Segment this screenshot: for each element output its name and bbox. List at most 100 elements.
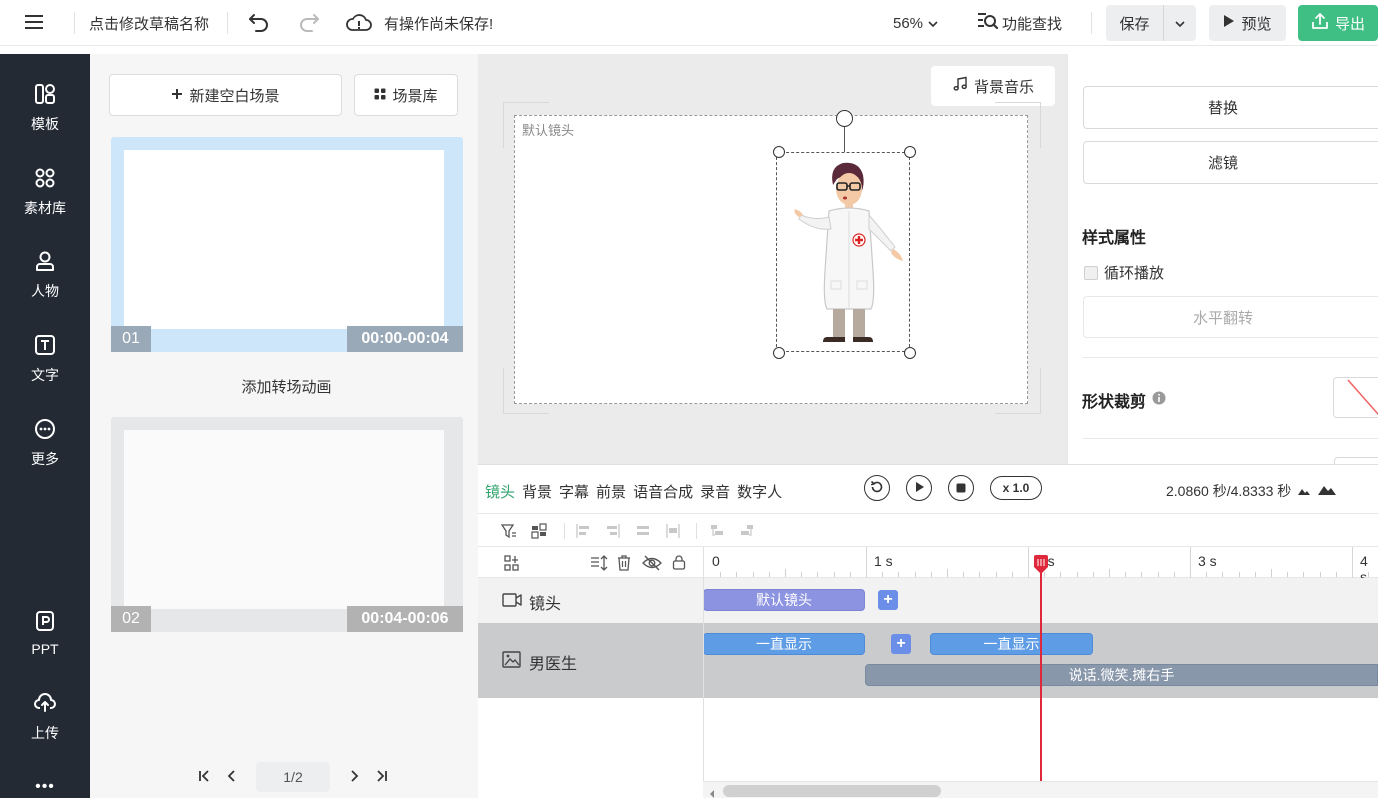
horizontal-flip-button[interactable]: 水平翻转 <box>1083 296 1378 338</box>
filter-button[interactable]: 滤镜 <box>1083 141 1378 184</box>
align-left-icon[interactable] <box>574 522 592 540</box>
next-page-button[interactable] <box>340 762 368 792</box>
clip-always-show-b[interactable]: 一直显示 <box>930 633 1093 655</box>
timeline-scrollbar[interactable] <box>703 781 1378 798</box>
nav-item-text[interactable]: 文字 <box>0 324 90 394</box>
scene-pager: 1/2 <box>190 762 396 792</box>
layers-icon[interactable] <box>530 522 548 540</box>
group-icon[interactable] <box>504 555 520 574</box>
resize-handle-bottom-right[interactable] <box>904 347 916 359</box>
zoom-value: 56% <box>893 14 924 32</box>
nav-item-upload[interactable]: 上传 <box>0 682 90 752</box>
eye-hidden-icon[interactable] <box>642 555 662 574</box>
zoom-out-icon[interactable] <box>1297 483 1311 499</box>
nav-item-more[interactable]: 更多 <box>0 408 90 478</box>
ruler-minor-tick <box>1319 572 1321 577</box>
redo-button[interactable] <box>296 10 322 36</box>
resize-handle-top-right[interactable] <box>904 146 916 158</box>
ruler-minor-tick <box>882 572 884 577</box>
tab-camera[interactable]: 镜头 <box>485 481 515 502</box>
nav-more-dots[interactable]: ••• <box>0 778 90 796</box>
clip-always-show-a[interactable]: 一直显示 <box>703 633 865 655</box>
draft-name[interactable]: 点击修改草稿名称 <box>89 12 209 34</box>
library-label: 场景库 <box>392 87 438 105</box>
replay-button[interactable] <box>864 475 890 501</box>
scene-library-button[interactable]: 场景库 <box>354 74 458 116</box>
save-button[interactable]: 保存 <box>1106 5 1164 41</box>
ppt-icon <box>34 610 56 635</box>
menu-button[interactable] <box>22 12 46 34</box>
undo-button[interactable] <box>246 10 272 36</box>
first-page-button[interactable] <box>190 762 218 792</box>
replace-button[interactable]: 替换 <box>1083 86 1378 129</box>
clip-default-camera[interactable]: 默认镜头 <box>703 589 865 611</box>
clip-action[interactable]: 说话.微笑.摊右手 <box>865 664 1378 686</box>
lock-icon[interactable] <box>672 554 686 573</box>
upload-icon <box>34 692 56 717</box>
new-blank-scene-button[interactable]: 新建空白场景 <box>109 74 342 116</box>
preview-label: 预览 <box>1241 15 1272 33</box>
playhead-handle[interactable] <box>1032 555 1050 575</box>
stack-alt-icon[interactable] <box>738 522 756 540</box>
find-feature-label: 功能查找 <box>1002 15 1063 33</box>
add-transition-button[interactable]: 添加转场动画 <box>90 376 483 397</box>
tab-tts[interactable]: 语音合成 <box>633 481 693 502</box>
nav-item-template[interactable]: 模板 <box>0 73 90 143</box>
speed-button[interactable]: x 1.0 <box>990 476 1042 500</box>
add-camera-button[interactable]: + <box>878 590 898 610</box>
tab-recording[interactable]: 录音 <box>700 481 730 502</box>
sort-icon[interactable] <box>590 555 608 574</box>
nav-item-person[interactable]: 人物 <box>0 240 90 310</box>
playhead-line <box>1039 565 1042 789</box>
loop-checkbox[interactable]: 循环播放 <box>1084 262 1164 283</box>
track-divider <box>703 578 704 798</box>
info-icon[interactable] <box>1152 391 1166 410</box>
resize-handle-bottom-left[interactable] <box>773 347 785 359</box>
rotate-handle[interactable] <box>836 110 853 127</box>
scroll-left-icon[interactable] <box>709 786 715 798</box>
nav-item-ppt[interactable]: PPT <box>0 598 90 668</box>
play-button[interactable] <box>906 475 932 501</box>
more-icon <box>34 418 56 443</box>
prev-page-button[interactable] <box>218 762 246 792</box>
stop-button[interactable] <box>948 475 974 501</box>
background-music-button[interactable]: 背景音乐 <box>931 66 1055 106</box>
preview-button[interactable]: 预览 <box>1209 5 1286 41</box>
filter-icon[interactable] <box>500 522 518 540</box>
character-selection[interactable] <box>776 152 910 352</box>
zoom-in-icon[interactable] <box>1317 483 1337 499</box>
scrollbar-thumb[interactable] <box>723 785 941 797</box>
zoom-select[interactable]: 56% <box>893 12 939 34</box>
no-crop-shape-option[interactable] <box>1333 377 1378 418</box>
distribute-icon[interactable] <box>634 522 652 540</box>
tab-foreground[interactable]: 前景 <box>596 481 626 502</box>
stack-icon[interactable] <box>708 522 726 540</box>
chevron-down-icon <box>927 15 939 32</box>
next-option-box[interactable] <box>1334 457 1378 464</box>
scene-card-01[interactable]: 01 00:00-00:04 <box>111 137 463 352</box>
save-dropdown-button[interactable] <box>1164 5 1196 41</box>
canvas-area: 背景音乐 默认镜头 <box>478 54 1067 464</box>
spread-icon[interactable] <box>664 522 682 540</box>
export-button[interactable]: 导出 <box>1298 5 1378 41</box>
last-page-button[interactable] <box>368 762 396 792</box>
ruler-minor-tick <box>801 572 803 577</box>
find-feature-button[interactable]: 功能查找 <box>976 10 1062 36</box>
image-icon <box>502 650 522 674</box>
template-icon <box>34 83 56 108</box>
chevron-right-icon <box>347 769 361 786</box>
align-right-icon[interactable] <box>604 522 622 540</box>
add-effect-button[interactable]: + <box>891 634 911 654</box>
tab-digital-human[interactable]: 数字人 <box>737 481 782 502</box>
resize-handle-top-left[interactable] <box>773 146 785 158</box>
tab-subtitle[interactable]: 字幕 <box>559 481 589 502</box>
trash-icon[interactable] <box>616 555 632 574</box>
undo-icon <box>248 12 270 35</box>
divider <box>1083 357 1378 358</box>
scene-thumbnail <box>124 430 444 609</box>
tab-background[interactable]: 背景 <box>522 481 552 502</box>
stage-canvas[interactable]: 默认镜头 <box>514 115 1028 404</box>
scene-card-02[interactable]: 02 00:04-00:06 <box>111 417 463 632</box>
play-icon <box>1223 14 1235 32</box>
nav-item-assets[interactable]: 素材库 <box>0 157 90 227</box>
